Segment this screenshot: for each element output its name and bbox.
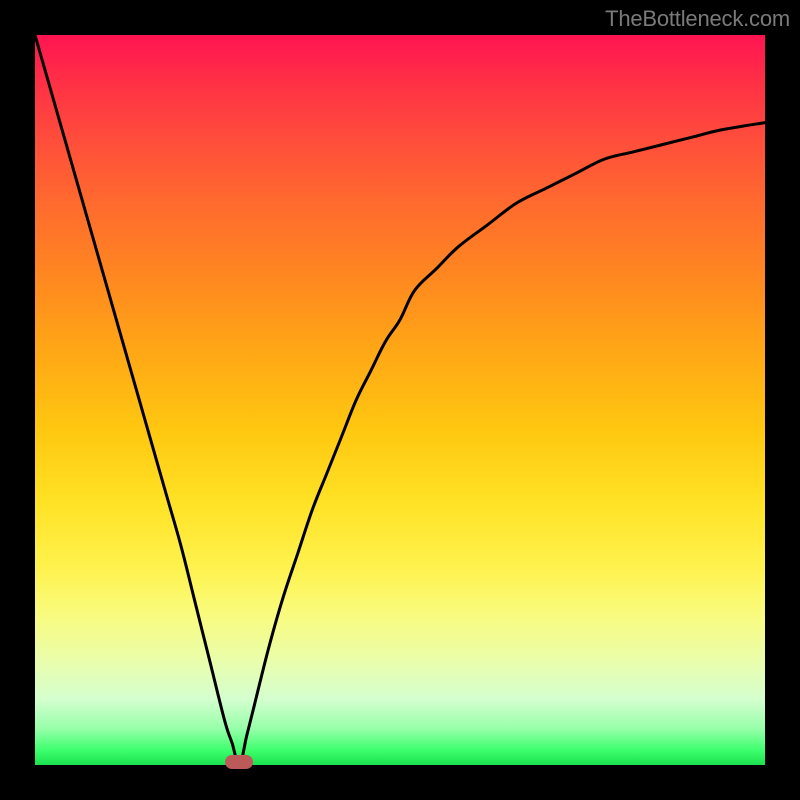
watermark-text: TheBottleneck.com: [605, 6, 790, 32]
chart-frame: TheBottleneck.com: [0, 0, 800, 800]
minimum-marker: [225, 755, 253, 769]
curve-svg: [35, 35, 765, 765]
bottleneck-curve: [35, 35, 765, 765]
plot-area: [35, 35, 765, 765]
